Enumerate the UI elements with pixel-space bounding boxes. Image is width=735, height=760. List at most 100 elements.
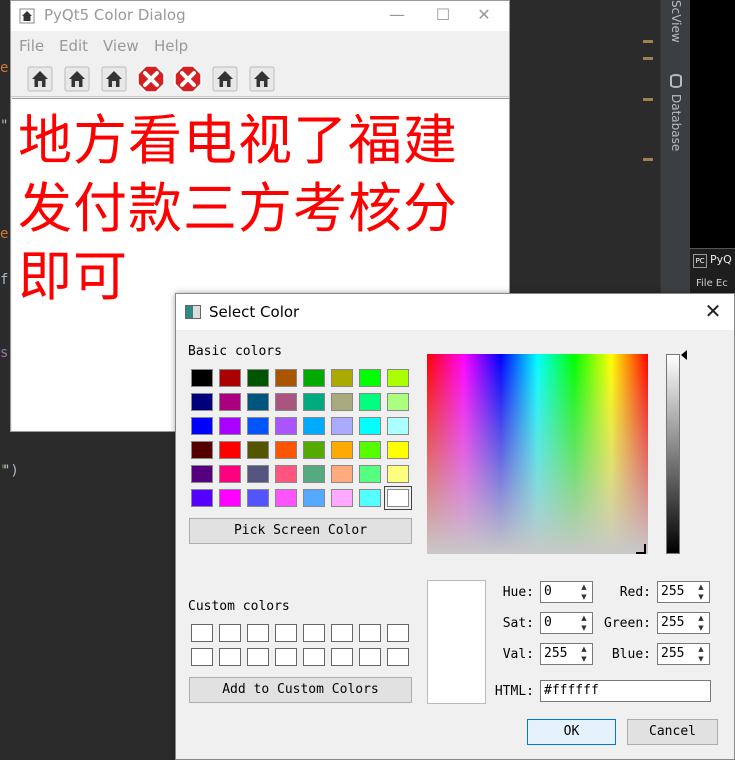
basic-color-swatch[interactable] [275, 417, 297, 435]
value-slider[interactable] [666, 354, 680, 554]
spin-down-icon[interactable]: ▼ [694, 624, 708, 633]
custom-color-swatch[interactable] [303, 624, 325, 642]
spin-up-icon[interactable]: ▲ [694, 614, 708, 623]
custom-color-swatch[interactable] [191, 624, 213, 642]
basic-color-swatch[interactable] [275, 369, 297, 387]
green-spinbox[interactable]: 255 ▲ ▼ [657, 612, 710, 634]
basic-color-swatch[interactable] [303, 441, 325, 459]
menu-file[interactable]: File [19, 37, 44, 55]
menu-edit[interactable]: Edit [59, 37, 88, 55]
basic-color-swatch[interactable] [359, 489, 381, 507]
basic-color-swatch[interactable] [303, 369, 325, 387]
basic-color-swatch[interactable] [303, 393, 325, 411]
red-spinbox[interactable]: 255 ▲ ▼ [657, 581, 710, 603]
basic-color-swatch[interactable] [359, 393, 381, 411]
basic-color-swatch[interactable] [359, 369, 381, 387]
basic-color-swatch[interactable] [247, 393, 269, 411]
spin-up-icon[interactable]: ▲ [694, 583, 708, 592]
custom-color-swatch[interactable] [387, 624, 409, 642]
dialog-titlebar[interactable]: Select Color ✕ [176, 294, 734, 330]
basic-color-swatch[interactable] [303, 417, 325, 435]
spin-up-icon[interactable]: ▲ [577, 614, 591, 623]
basic-color-swatch[interactable] [191, 417, 213, 435]
basic-color-swatch[interactable] [247, 489, 269, 507]
maximize-button[interactable]: ☐ [420, 1, 466, 31]
basic-color-swatch[interactable] [331, 393, 353, 411]
basic-color-swatch[interactable] [219, 489, 241, 507]
val-spinbox[interactable]: 255 ▲ ▼ [540, 643, 593, 665]
custom-color-swatch[interactable] [247, 624, 269, 642]
home-icon[interactable] [248, 65, 276, 93]
home-icon[interactable] [63, 65, 91, 93]
basic-color-swatch[interactable] [387, 441, 409, 459]
basic-color-swatch[interactable] [191, 489, 213, 507]
home-icon[interactable] [211, 65, 239, 93]
spin-up-icon[interactable]: ▲ [577, 645, 591, 654]
custom-color-swatch[interactable] [247, 648, 269, 666]
custom-color-swatch[interactable] [275, 624, 297, 642]
spin-down-icon[interactable]: ▼ [577, 624, 591, 633]
hue-saturation-picker[interactable] [427, 354, 648, 554]
minimize-button[interactable]: — [374, 1, 420, 31]
basic-color-swatch[interactable] [387, 465, 409, 483]
basic-color-swatch[interactable] [384, 486, 412, 510]
spin-down-icon[interactable]: ▼ [694, 655, 708, 664]
custom-color-swatch[interactable] [387, 648, 409, 666]
basic-color-swatch[interactable] [331, 369, 353, 387]
error-icon[interactable] [174, 65, 202, 93]
sat-spinbox[interactable]: 0 ▲ ▼ [540, 612, 593, 634]
custom-color-swatch[interactable] [359, 648, 381, 666]
custom-color-swatch[interactable] [303, 648, 325, 666]
spin-up-icon[interactable]: ▲ [694, 645, 708, 654]
error-icon[interactable] [137, 65, 165, 93]
custom-color-swatch[interactable] [275, 648, 297, 666]
basic-color-swatch[interactable] [191, 465, 213, 483]
custom-color-swatch[interactable] [219, 624, 241, 642]
basic-color-swatch[interactable] [247, 417, 269, 435]
home-icon[interactable] [100, 65, 128, 93]
basic-color-swatch[interactable] [191, 369, 213, 387]
basic-color-swatch[interactable] [387, 369, 409, 387]
basic-color-swatch[interactable] [331, 417, 353, 435]
basic-color-swatch[interactable] [275, 465, 297, 483]
pycharm-thumbnail[interactable]: PC PyQ File Ec [690, 248, 735, 295]
spin-down-icon[interactable]: ▼ [577, 593, 591, 602]
basic-color-swatch[interactable] [247, 369, 269, 387]
dialog-close-button[interactable]: ✕ [698, 298, 728, 326]
basic-color-swatch[interactable] [331, 441, 353, 459]
basic-color-swatch[interactable] [303, 489, 325, 507]
pick-screen-color-button[interactable]: Pick Screen Color [189, 518, 412, 544]
basic-color-swatch[interactable] [331, 465, 353, 483]
basic-color-swatch[interactable] [275, 441, 297, 459]
tab-database[interactable]: Database [669, 94, 683, 151]
basic-color-swatch[interactable] [219, 369, 241, 387]
tab-scview[interactable]: ScView [669, 0, 683, 43]
custom-color-swatch[interactable] [219, 648, 241, 666]
custom-color-swatch[interactable] [331, 624, 353, 642]
basic-color-swatch[interactable] [303, 465, 325, 483]
spin-down-icon[interactable]: ▼ [577, 655, 591, 664]
basic-color-swatch[interactable] [359, 441, 381, 459]
basic-color-swatch[interactable] [387, 393, 409, 411]
basic-color-swatch[interactable] [219, 441, 241, 459]
custom-color-swatch[interactable] [191, 648, 213, 666]
main-titlebar[interactable]: PyQt5 Color Dialog — ☐ ✕ [11, 1, 509, 31]
basic-color-swatch[interactable] [247, 465, 269, 483]
basic-color-swatch[interactable] [275, 489, 297, 507]
spin-down-icon[interactable]: ▼ [694, 593, 708, 602]
menu-help[interactable]: Help [154, 37, 188, 55]
basic-color-swatch[interactable] [359, 417, 381, 435]
basic-color-swatch[interactable] [219, 417, 241, 435]
basic-color-swatch[interactable] [191, 441, 213, 459]
basic-color-swatch[interactable] [219, 393, 241, 411]
blue-spinbox[interactable]: 255 ▲ ▼ [657, 643, 710, 665]
custom-color-swatch[interactable] [331, 648, 353, 666]
value-slider-handle[interactable] [681, 350, 687, 360]
home-icon[interactable] [26, 65, 54, 93]
cancel-button[interactable]: Cancel [627, 719, 718, 745]
add-custom-colors-button[interactable]: Add to Custom Colors [189, 677, 412, 703]
basic-color-swatch[interactable] [359, 465, 381, 483]
spin-up-icon[interactable]: ▲ [577, 583, 591, 592]
close-button[interactable]: ✕ [461, 1, 507, 31]
basic-color-swatch[interactable] [331, 489, 353, 507]
